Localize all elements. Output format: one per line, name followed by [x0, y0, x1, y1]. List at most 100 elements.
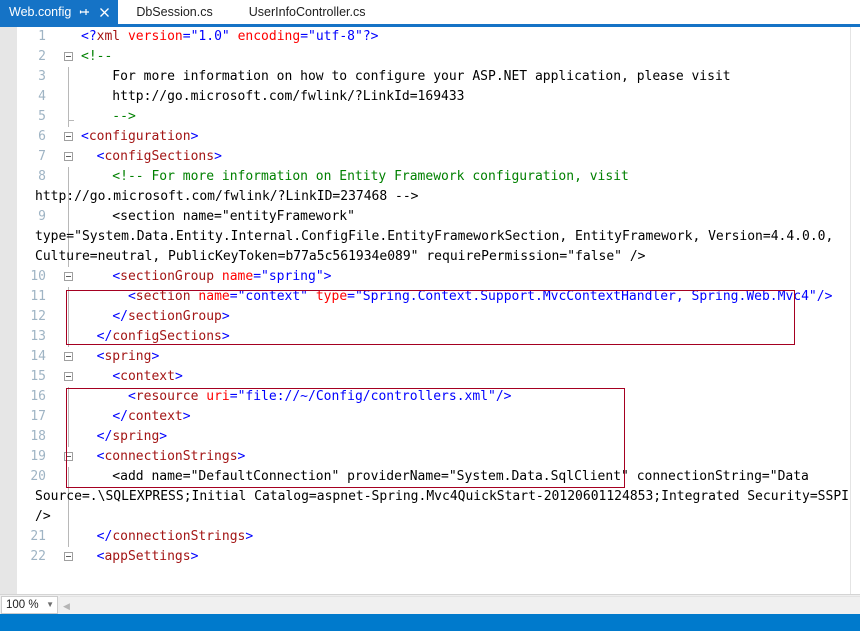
visual-studio-editor-window: Web.config DbSession.cs UserInfoControll…: [0, 0, 860, 631]
line-number: 11: [30, 289, 46, 304]
line-number: 3: [38, 69, 46, 84]
line-number: 12: [30, 309, 46, 324]
code-text: <!-- For more information on Entity Fram…: [81, 169, 629, 184]
code-text: <configSections>: [96, 149, 222, 164]
fold-collapse-icon[interactable]: [64, 552, 73, 561]
fold-guide-line: [68, 87, 69, 107]
code-line[interactable]: 1 <?xml version="1.0" encoding="utf-8"?>: [17, 27, 860, 47]
fold-collapse-icon[interactable]: [64, 52, 73, 61]
line-number: 1: [38, 29, 46, 44]
code-line[interactable]: 13 </configSections>: [17, 327, 860, 347]
tab-web-config[interactable]: Web.config: [0, 0, 119, 24]
fold-guide-line: [68, 167, 69, 187]
fold-collapse-icon[interactable]: [64, 352, 73, 361]
code-text: <connectionStrings>: [96, 449, 246, 464]
code-text: Culture=neutral, PublicKeyToken=b77a5c56…: [35, 249, 646, 264]
code-line[interactable]: 21 </connectionStrings>: [17, 527, 860, 547]
code-line-continuation[interactable]: Culture=neutral, PublicKeyToken=b77a5c56…: [17, 247, 860, 267]
horizontal-scrollbar[interactable]: ◀: [60, 595, 860, 615]
code-text: type="System.Data.Entity.Internal.Config…: [35, 229, 834, 244]
code-text: </sectionGroup>: [112, 309, 230, 324]
code-text: <resource uri="file://~/Config/controlle…: [127, 389, 512, 404]
line-number: 4: [38, 89, 46, 104]
code-text: </spring>: [96, 429, 168, 444]
code-line[interactable]: 14 <spring>: [17, 347, 860, 367]
code-line[interactable]: 7 <configSections>: [17, 147, 860, 167]
code-line[interactable]: 12 </sectionGroup>: [17, 307, 860, 327]
zoom-level-dropdown[interactable]: 100 % ▼: [1, 596, 58, 614]
line-number: 22: [30, 549, 46, 564]
code-line-continuation[interactable]: />: [17, 507, 860, 527]
code-line-continuation[interactable]: http://go.microsoft.com/fwlink/?LinkID=2…: [17, 187, 860, 207]
code-text: <sectionGroup name="spring">: [112, 269, 332, 284]
editor-tab-strip: Web.config DbSession.cs UserInfoControll…: [0, 0, 860, 24]
fold-guide-line: [68, 467, 69, 487]
code-line[interactable]: 17 </context>: [17, 407, 860, 427]
code-line-continuation[interactable]: type="System.Data.Entity.Internal.Config…: [17, 227, 860, 247]
code-line[interactable]: 5 -->: [17, 107, 860, 127]
code-line[interactable]: 11 <section name="context" type="Spring.…: [17, 287, 860, 307]
code-text: <?xml version="1.0" encoding="utf-8"?>: [81, 29, 379, 44]
code-text: </context>: [112, 409, 191, 424]
code-line[interactable]: 22 <appSettings>: [17, 547, 860, 567]
fold-collapse-icon[interactable]: [64, 272, 73, 281]
line-number: 17: [30, 409, 46, 424]
fold-collapse-icon[interactable]: [64, 372, 73, 381]
code-line[interactable]: 8 <!-- For more information on Entity Fr…: [17, 167, 860, 187]
chevron-left-icon[interactable]: ◀: [61, 600, 72, 612]
fold-collapse-icon[interactable]: [64, 132, 73, 141]
fold-guide-line: [68, 207, 69, 227]
line-number: 2: [38, 49, 46, 64]
line-number: 6: [38, 129, 46, 144]
code-line[interactable]: 19 <connectionStrings>: [17, 447, 860, 467]
code-editor[interactable]: 1 <?xml version="1.0" encoding="utf-8"?> 2…: [0, 27, 860, 594]
tab-dbsession-cs[interactable]: DbSession.cs: [118, 0, 231, 24]
code-text: />: [35, 509, 51, 524]
line-number: 14: [30, 349, 46, 364]
fold-collapse-icon[interactable]: [64, 152, 73, 161]
tab-label: DbSession.cs: [136, 4, 213, 19]
fold-guide-line: [68, 407, 69, 427]
line-number: 5: [38, 109, 46, 124]
close-icon[interactable]: [98, 6, 111, 19]
fold-guide-line: [68, 287, 69, 307]
code-line[interactable]: 2 <!--: [17, 47, 860, 67]
code-line[interactable]: 4 http://go.microsoft.com/fwlink/?LinkId…: [17, 87, 860, 107]
code-line[interactable]: 16 <resource uri="file://~/Config/contro…: [17, 387, 860, 407]
editor-margin-strip: [0, 27, 17, 594]
code-text: <appSettings>: [96, 549, 199, 564]
fold-guide-line: [68, 107, 74, 127]
code-line[interactable]: 9 <section name="entityFramework": [17, 207, 860, 227]
code-line[interactable]: 18 </spring>: [17, 427, 860, 447]
code-text: </connectionStrings>: [96, 529, 254, 544]
code-text: </configSections>: [96, 329, 230, 344]
code-line[interactable]: 20 <add name="DefaultConnection" provide…: [17, 467, 860, 487]
line-number: 8: [38, 169, 46, 184]
code-line[interactable]: 10 <sectionGroup name="spring">: [17, 267, 860, 287]
horizontal-scrollbar-thumb[interactable]: [73, 598, 373, 613]
code-text: For more information on how to configure…: [81, 69, 731, 84]
fold-guide-line: [68, 507, 69, 527]
tab-userinfocontroller-cs[interactable]: UserInfoController.cs: [230, 0, 384, 24]
fold-collapse-icon[interactable]: [64, 452, 73, 461]
code-text: http://go.microsoft.com/fwlink/?LinkId=1…: [81, 89, 465, 104]
code-text: Source=.\SQLEXPRESS;Initial Catalog=aspn…: [35, 489, 857, 504]
line-number: 15: [30, 369, 46, 384]
line-number: 20: [30, 469, 46, 484]
chevron-down-icon[interactable]: ▼: [46, 601, 54, 609]
line-number: 9: [38, 209, 46, 224]
fold-guide-line: [68, 327, 69, 347]
code-line[interactable]: 15 <context>: [17, 367, 860, 387]
code-line-continuation[interactable]: Source=.\SQLEXPRESS;Initial Catalog=aspn…: [17, 487, 860, 507]
ide-status-footer: [0, 614, 860, 631]
fold-guide-line: [68, 307, 69, 327]
vertical-scrollbar-thumb[interactable]: [852, 28, 859, 178]
pin-icon[interactable]: [78, 6, 91, 19]
code-line[interactable]: 3 For more information on how to configu…: [17, 67, 860, 87]
line-number: 18: [30, 429, 46, 444]
code-line[interactable]: 6 <configuration>: [17, 127, 860, 147]
code-text: <section name="context" type="Spring.Con…: [127, 289, 833, 304]
code-lines-container[interactable]: 1 <?xml version="1.0" encoding="utf-8"?> 2…: [17, 27, 860, 594]
line-number: 10: [30, 269, 46, 284]
vertical-scrollbar[interactable]: ▲: [850, 27, 860, 594]
